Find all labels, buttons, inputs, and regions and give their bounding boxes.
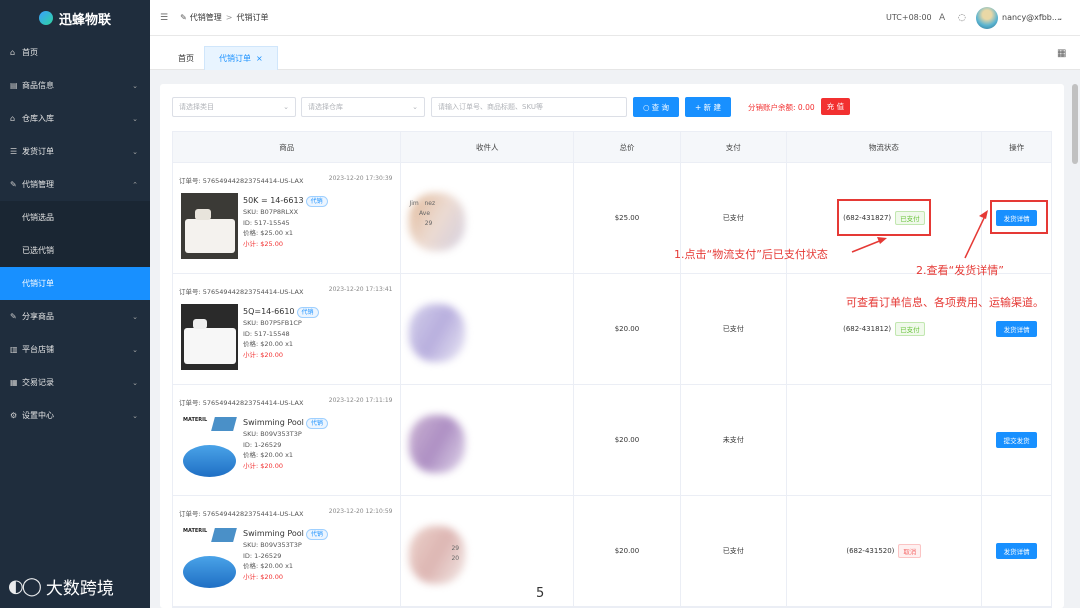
arrow-2-head: [979, 210, 988, 219]
annotation-step2: 2.查看“发货详情”: [916, 264, 1004, 277]
arrow-1: [851, 239, 883, 253]
arrow-1-head: [877, 237, 887, 244]
page-number: 5: [536, 586, 545, 601]
annotation-step1: 1.点击“物流支付”后已支付状态: [674, 248, 828, 261]
annotation-step2-desc: 可查看订单信息、各项费用、运输渠道。: [846, 296, 1044, 309]
arrow-2: [964, 215, 986, 259]
